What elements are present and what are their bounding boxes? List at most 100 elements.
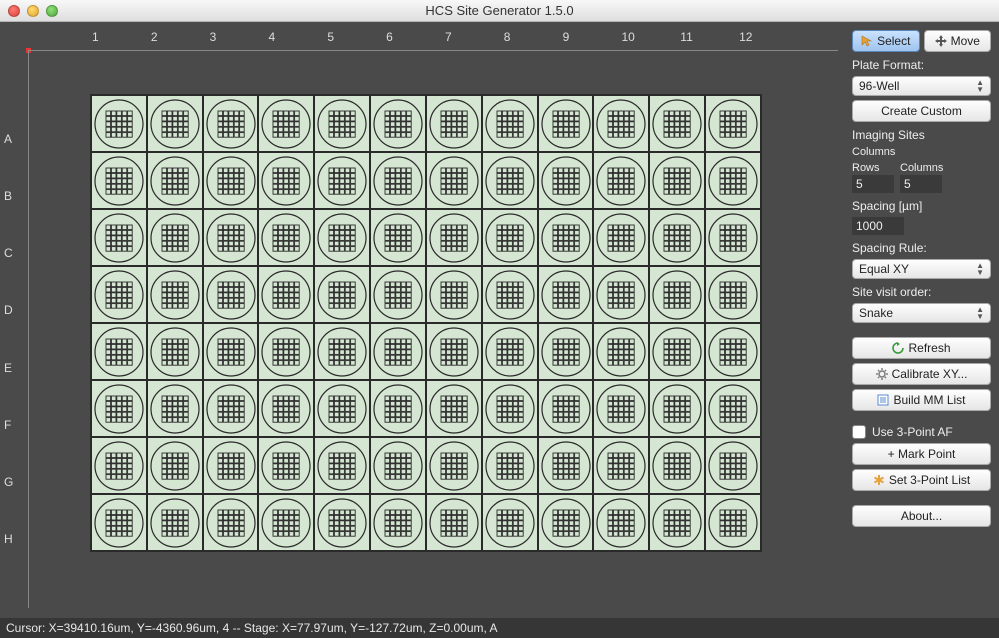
well[interactable] (482, 152, 538, 209)
well[interactable] (147, 209, 203, 266)
well[interactable] (649, 323, 705, 380)
well[interactable] (538, 152, 594, 209)
well[interactable] (538, 437, 594, 494)
well[interactable] (258, 494, 314, 551)
well[interactable] (593, 380, 649, 437)
well[interactable] (91, 380, 147, 437)
well[interactable] (593, 437, 649, 494)
move-button[interactable]: Move (924, 30, 992, 52)
well[interactable] (314, 266, 370, 323)
well[interactable] (705, 209, 761, 266)
well[interactable] (370, 266, 426, 323)
use-3point-checkbox[interactable]: Use 3-Point AF (852, 425, 991, 439)
plate-canvas[interactable]: 123456789101112 ABCDEFGH (0, 22, 852, 618)
well[interactable] (203, 209, 259, 266)
well[interactable] (147, 95, 203, 152)
well[interactable] (426, 266, 482, 323)
well[interactable] (370, 494, 426, 551)
well[interactable] (482, 437, 538, 494)
calibrate-button[interactable]: Calibrate XY... (852, 363, 991, 385)
well[interactable] (314, 209, 370, 266)
well[interactable] (203, 437, 259, 494)
well[interactable] (482, 209, 538, 266)
well[interactable] (370, 95, 426, 152)
well[interactable] (482, 266, 538, 323)
well[interactable] (203, 494, 259, 551)
rows-input[interactable] (852, 175, 894, 193)
well[interactable] (426, 95, 482, 152)
well[interactable] (91, 494, 147, 551)
well[interactable] (426, 437, 482, 494)
well[interactable] (649, 437, 705, 494)
well[interactable] (258, 323, 314, 380)
create-custom-button[interactable]: Create Custom (852, 100, 991, 122)
well[interactable] (426, 209, 482, 266)
well[interactable] (649, 494, 705, 551)
well[interactable] (593, 494, 649, 551)
build-mm-button[interactable]: Build MM List (852, 389, 991, 411)
well[interactable] (147, 437, 203, 494)
well[interactable] (426, 494, 482, 551)
well[interactable] (370, 323, 426, 380)
well[interactable] (314, 95, 370, 152)
well[interactable] (482, 323, 538, 380)
well[interactable] (258, 380, 314, 437)
well[interactable] (314, 494, 370, 551)
well[interactable] (482, 380, 538, 437)
well[interactable] (426, 152, 482, 209)
well[interactable] (314, 152, 370, 209)
well[interactable] (538, 494, 594, 551)
plate-format-select[interactable]: 96-Well ▲▼ (852, 76, 991, 96)
well[interactable] (538, 380, 594, 437)
well[interactable] (203, 95, 259, 152)
well[interactable] (258, 266, 314, 323)
well[interactable] (91, 323, 147, 380)
well[interactable] (314, 437, 370, 494)
well[interactable] (705, 437, 761, 494)
well[interactable] (705, 266, 761, 323)
well[interactable] (426, 323, 482, 380)
well[interactable] (593, 209, 649, 266)
well[interactable] (147, 494, 203, 551)
close-icon[interactable] (8, 5, 20, 17)
well[interactable] (593, 152, 649, 209)
well[interactable] (258, 437, 314, 494)
well[interactable] (370, 152, 426, 209)
well[interactable] (649, 95, 705, 152)
well[interactable] (705, 494, 761, 551)
well[interactable] (147, 152, 203, 209)
well[interactable] (593, 266, 649, 323)
set-3point-button[interactable]: Set 3-Point List (852, 469, 991, 491)
well[interactable] (538, 323, 594, 380)
well[interactable] (705, 380, 761, 437)
refresh-button[interactable]: Refresh (852, 337, 991, 359)
minimize-icon[interactable] (27, 5, 39, 17)
well[interactable] (482, 494, 538, 551)
well[interactable] (147, 323, 203, 380)
well[interactable] (91, 95, 147, 152)
spacing-rule-select[interactable]: Equal XY ▲▼ (852, 259, 991, 279)
well[interactable] (258, 95, 314, 152)
well[interactable] (426, 380, 482, 437)
well[interactable] (649, 380, 705, 437)
zoom-icon[interactable] (46, 5, 58, 17)
well[interactable] (482, 95, 538, 152)
well[interactable] (203, 152, 259, 209)
well[interactable] (314, 380, 370, 437)
well[interactable] (91, 266, 147, 323)
visit-order-select[interactable]: Snake ▲▼ (852, 303, 991, 323)
well[interactable] (705, 95, 761, 152)
well[interactable] (538, 95, 594, 152)
well[interactable] (649, 152, 705, 209)
well[interactable] (203, 323, 259, 380)
select-button[interactable]: Select (852, 30, 920, 52)
well[interactable] (705, 323, 761, 380)
well[interactable] (147, 266, 203, 323)
spacing-input[interactable] (852, 217, 904, 235)
well[interactable] (649, 209, 705, 266)
well[interactable] (370, 380, 426, 437)
well[interactable] (91, 437, 147, 494)
well[interactable] (203, 380, 259, 437)
about-button[interactable]: About... (852, 505, 991, 527)
well[interactable] (258, 209, 314, 266)
